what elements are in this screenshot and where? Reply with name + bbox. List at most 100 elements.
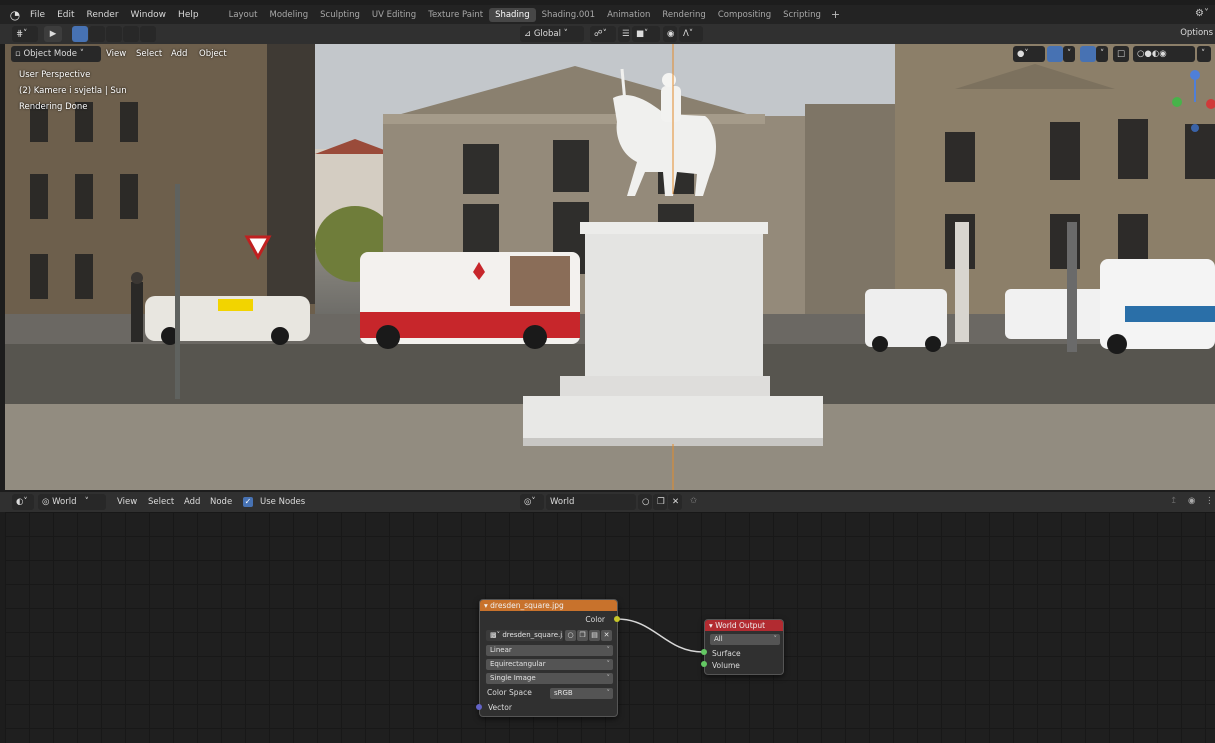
chevron-down-icon: ˅ [606, 674, 611, 682]
tab-shading-001[interactable]: Shading.001 [536, 8, 601, 22]
node-editor-header: ◐˅ ◎ World ˅ View Select Add Node ✓ Use … [0, 492, 1215, 512]
options-button[interactable]: Options [1180, 28, 1213, 38]
overlay-menu-icon[interactable]: ˅ [1096, 46, 1108, 62]
tab-rendering[interactable]: Rendering [656, 8, 711, 22]
select-subtract-icon[interactable] [106, 26, 122, 42]
collection-label: (2) Kamere i svjetla | Sun [19, 86, 127, 96]
folder-icon[interactable]: ▤ [589, 630, 600, 641]
visibility-icon[interactable]: ●˅ [1013, 46, 1045, 62]
tab-shading[interactable]: Shading [489, 7, 536, 22]
world-browse-icon[interactable]: ◎˅ [520, 494, 544, 510]
blender-logo-icon[interactable]: ◔ [6, 8, 24, 22]
tab-uv-editing[interactable]: UV Editing [366, 8, 422, 22]
scene-selector-icon[interactable]: ⚙˅ [1195, 8, 1209, 19]
menu-render[interactable]: Render [81, 10, 125, 20]
pivot-point-icon[interactable]: ☍˅ [590, 26, 616, 42]
vector-input-label: Vector [488, 703, 512, 712]
unlink-icon[interactable]: ✕ [668, 494, 682, 510]
duplicate-icon[interactable]: ❐ [653, 494, 667, 510]
shading-menu-icon[interactable]: ˅ [1197, 46, 1211, 62]
tab-texture-paint[interactable]: Texture Paint [422, 8, 489, 22]
volume-input-label: Volume [712, 661, 740, 670]
menu-file[interactable]: File [24, 10, 51, 20]
vector-input-socket[interactable] [476, 704, 482, 710]
viewport-menu-object[interactable]: Object [199, 49, 227, 59]
volume-input-socket[interactable] [701, 661, 707, 667]
world-output-node-header[interactable]: ▾ World Output [705, 620, 783, 631]
shading-modes-icon[interactable]: ○●◐◉ [1133, 46, 1195, 62]
tab-sculpting[interactable]: Sculpting [314, 8, 366, 22]
3d-viewport[interactable]: ▫ Object Mode ˅ View Select Add Object ●… [5, 44, 1215, 490]
snap-target-icon[interactable]: ■˅ [632, 26, 660, 42]
falloff-icon[interactable]: Λ˅ [679, 26, 703, 42]
tab-scripting[interactable]: Scripting [777, 8, 827, 22]
snap-node-icon[interactable]: ◉ [1188, 496, 1195, 506]
tab-animation[interactable]: Animation [601, 8, 656, 22]
world-name-field[interactable]: World [546, 494, 636, 510]
menu-window[interactable]: Window [125, 10, 173, 20]
fake-user-icon[interactable]: ○ [565, 630, 576, 641]
workspace-tabs: Layout Modeling Sculpting UV Editing Tex… [223, 5, 845, 24]
tab-compositing[interactable]: Compositing [712, 8, 777, 22]
select-extend-icon[interactable] [89, 26, 105, 42]
node-menu-add[interactable]: Add [184, 497, 200, 507]
viewport-menu-add[interactable]: Add [171, 49, 187, 59]
orientation-icon: ⊿ [524, 29, 534, 39]
select-difference-icon[interactable] [123, 26, 139, 42]
image-texture-node-header[interactable]: ▾ dresden_square.jpg [480, 600, 617, 611]
select-tool-icon[interactable]: ▶ [44, 26, 62, 42]
image-datablock-field[interactable]: ▩˅ dresden_square.j... [486, 630, 563, 641]
image-name-value: dresden_square.j... [502, 631, 563, 639]
interaction-mode-dropdown[interactable]: ▫ Object Mode ˅ [11, 46, 101, 62]
select-intersect-icon[interactable] [140, 26, 156, 42]
color-space-dropdown[interactable]: sRGB ˅ [550, 688, 613, 699]
source-value: Single Image [490, 674, 536, 682]
shader-type-dropdown[interactable]: ◎ World ˅ [38, 494, 106, 510]
node-menu-select[interactable]: Select [148, 497, 174, 507]
editor-type-icon[interactable]: ⋕˅ [12, 26, 38, 42]
editor-type-icon[interactable]: ◐˅ [12, 494, 34, 510]
projection-value: Equirectangular [490, 660, 546, 668]
duplicate-icon[interactable]: ❐ [577, 630, 588, 641]
shader-type-label: World [52, 497, 77, 507]
menu-edit[interactable]: Edit [51, 10, 80, 20]
navigation-gizmo-icon[interactable] [1167, 68, 1215, 168]
viewport-menu-select[interactable]: Select [136, 49, 162, 59]
node-menu-view[interactable]: View [117, 497, 137, 507]
unlink-icon[interactable]: ✕ [601, 630, 612, 641]
tab-modeling[interactable]: Modeling [263, 8, 314, 22]
image-texture-node[interactable]: ▾ dresden_square.jpg Color ▩˅ dresden_sq… [479, 599, 618, 717]
proportional-edit-icon[interactable]: ◉ [663, 26, 677, 42]
sidebar-toggle-icon[interactable]: ⋮ [1205, 496, 1214, 506]
node-menu-node[interactable]: Node [210, 497, 232, 507]
chevron-down-icon: ˅ [77, 49, 84, 59]
xray-icon[interactable]: □ [1113, 46, 1129, 62]
transform-orientation-dropdown[interactable]: ⊿ Global ˅ [520, 26, 584, 42]
world-output-node[interactable]: ▾ World Output All ˅ Surface Volume [704, 619, 784, 675]
tab-layout[interactable]: Layout [223, 8, 264, 22]
overlay-toggle-icon[interactable] [1080, 46, 1096, 62]
world-name-value: World [550, 497, 575, 507]
interpolation-dropdown[interactable]: Linear ˅ [486, 645, 613, 656]
add-workspace-icon[interactable]: + [827, 8, 844, 21]
orientation-label: Global [533, 29, 561, 39]
viewport-menu-view[interactable]: View [106, 49, 126, 59]
fake-user-icon[interactable]: ○ [638, 494, 652, 510]
projection-dropdown[interactable]: Equirectangular ˅ [486, 659, 613, 670]
surface-input-socket[interactable] [701, 649, 707, 655]
select-box-icon[interactable] [72, 26, 88, 42]
node-editor-canvas[interactable]: ▾ dresden_square.jpg Color ▩˅ dresden_sq… [5, 512, 1215, 743]
pin-icon[interactable]: ✩ [690, 496, 697, 506]
output-target-dropdown[interactable]: All ˅ [710, 634, 780, 645]
surface-input-label: Surface [712, 649, 741, 658]
use-nodes-checkbox[interactable]: ✓ [243, 497, 253, 507]
source-dropdown[interactable]: Single Image ˅ [486, 673, 613, 684]
chevron-down-icon: ˅ [606, 646, 611, 654]
menu-help[interactable]: Help [172, 10, 205, 20]
snap-icon[interactable]: ☰ [618, 26, 630, 42]
color-output-socket[interactable] [614, 616, 620, 622]
gizmo-toggle-icon[interactable] [1047, 46, 1063, 62]
parent-node-icon[interactable]: ↥ [1170, 496, 1177, 506]
object-mode-icon: ▫ [15, 49, 24, 59]
gizmo-menu-icon[interactable]: ˅ [1063, 46, 1075, 62]
